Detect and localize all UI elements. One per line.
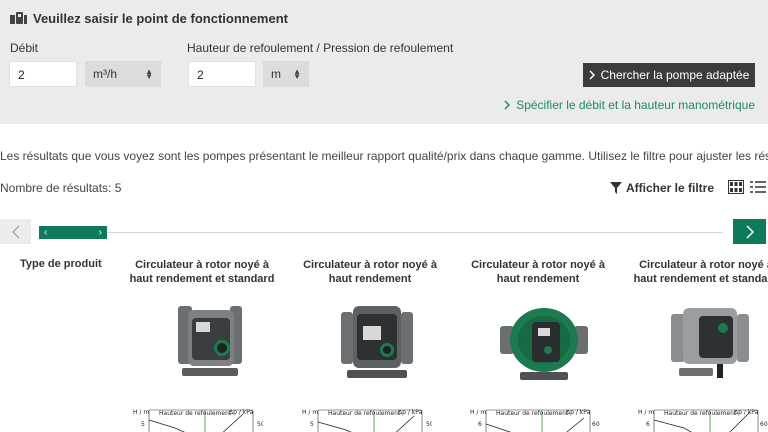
show-filter-label: Afficher le filtre — [626, 181, 715, 195]
flow-unit-value: m³/h — [93, 67, 117, 81]
specify-flow-head-link-label: Spécifier le débit et la hauteur manomét… — [516, 98, 755, 112]
show-filter-button[interactable]: Afficher le filtre — [610, 181, 714, 195]
curve-tick-left: 6 — [646, 421, 650, 428]
chevron-left-icon: ‹ — [44, 227, 48, 238]
curve-y-left-label: H / m — [302, 409, 318, 416]
head-unit-value: m — [271, 67, 281, 81]
product-type-name: Circulateur à rotor noyé à haut rendemen… — [633, 259, 768, 285]
specify-flow-head-link[interactable]: Spécifier le débit et la hauteur manomét… — [504, 98, 755, 112]
carousel-scrollbar-thumb[interactable]: ‹ › — [39, 226, 107, 239]
curve-tick-left: 5 — [310, 421, 314, 428]
select-caret-icon: ▲ ▼ — [145, 67, 153, 81]
pump-curve-chart: H / m Hauteur de refoulement Δp / kPa 5 … — [133, 409, 263, 432]
filter-icon — [610, 182, 622, 194]
search-pump-button[interactable]: Chercher la pompe adaptée — [583, 63, 755, 87]
grid-view-icon[interactable] — [728, 180, 744, 194]
flow-unit-select[interactable]: m³/h ▲ ▼ — [85, 61, 161, 87]
product-type-name: Circulateur à rotor noyé à haut rendemen… — [129, 259, 275, 285]
curve-tick-left: 5 — [141, 421, 145, 428]
product-type-name: Circulateur à rotor noyé à haut rendemen… — [471, 259, 605, 285]
results-info-text: Les résultats que vous voyez sont les po… — [0, 149, 768, 163]
pump-curve-chart: H / m Hauteur de refoulement Δp / kPa 6 … — [470, 409, 600, 432]
flow-label: Débit — [10, 41, 39, 55]
list-view-icon[interactable] — [750, 180, 766, 194]
curve-tick-left: 6 — [478, 421, 482, 428]
operating-point-title: Veuillez saisir le point de fonctionneme… — [10, 11, 288, 26]
search-pump-button-label: Chercher la pompe adaptée — [600, 68, 750, 82]
operating-point-panel: Veuillez saisir le point de fonctionneme… — [0, 0, 768, 124]
select-caret-icon: ▲ ▼ — [293, 67, 301, 81]
pump-product-image[interactable] — [327, 292, 427, 388]
chevron-left-icon — [11, 224, 20, 239]
chevron-right-icon — [504, 100, 511, 110]
chevron-right-icon — [589, 70, 595, 80]
head-label: Hauteur de refoulement / Pression de ref… — [187, 41, 454, 55]
pump-icon — [10, 12, 27, 24]
carousel-scrollbar-track[interactable] — [107, 232, 723, 233]
pump-product-image[interactable] — [661, 292, 761, 388]
product-type-row-label: Type de produit — [20, 258, 102, 270]
carousel-prev-button[interactable] — [0, 219, 31, 244]
curve-tick-right: 50 — [257, 421, 263, 428]
product-type-name: Circulateur à rotor noyé à haut rendemen… — [303, 259, 437, 285]
chevron-right-icon: › — [98, 227, 102, 238]
curve-tick-right: 60 — [760, 421, 768, 428]
pump-curve-chart: H / m Hauteur de refoulement Δp / kPa 6 … — [638, 409, 768, 432]
curve-tick-right: 60 — [592, 421, 600, 428]
curve-y-left-label: H / m — [470, 409, 486, 416]
curve-y-left-label: H / m — [133, 409, 149, 416]
results-count: Nombre de résultats: 5 — [0, 181, 122, 195]
view-toggle — [728, 180, 766, 194]
flow-input[interactable]: 2 — [9, 61, 77, 87]
head-unit-select[interactable]: m ▲ ▼ — [263, 61, 309, 87]
curve-tick-right: 50 — [426, 421, 432, 428]
operating-point-title-text: Veuillez saisir le point de fonctionneme… — [33, 11, 288, 26]
curve-title: Hauteur de refoulement — [496, 410, 569, 417]
pump-curve-chart: H / m Hauteur de refoulement Δp / kPa 5 … — [302, 409, 432, 432]
head-input[interactable]: 2 — [188, 61, 256, 87]
curve-title: Hauteur de refoulement — [664, 410, 737, 417]
pump-product-image[interactable] — [494, 292, 594, 388]
curve-title: Hauteur de refoulement — [328, 410, 401, 417]
pump-product-image[interactable] — [160, 292, 260, 388]
curve-y-left-label: H / m — [638, 409, 654, 416]
chevron-right-icon — [745, 224, 754, 239]
curve-title: Hauteur de refoulement — [159, 410, 232, 417]
carousel-next-button[interactable] — [733, 219, 766, 244]
